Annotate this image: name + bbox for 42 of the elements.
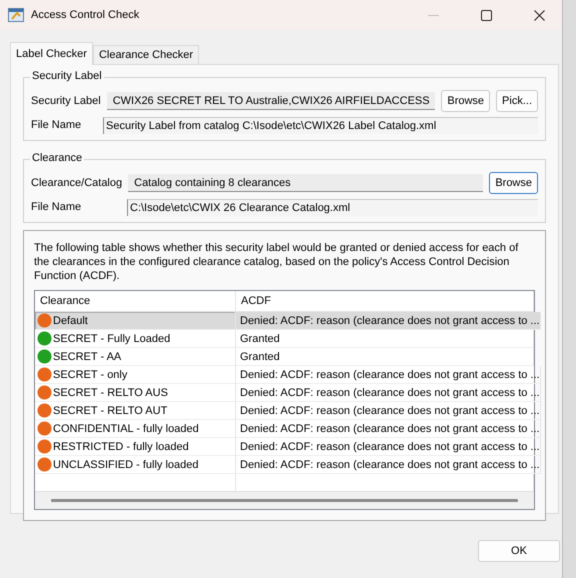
file-name-field[interactable]: Security Label from catalog C:\Isode\etc\CWIX26 Label Catalog.xml — [103, 116, 538, 134]
group-title: Security Label — [30, 70, 104, 82]
table-row[interactable]: SECRET - AA Granted — [35, 348, 534, 366]
clearance-name: RESTRICTED - fully loaded — [53, 440, 189, 452]
field-label: Clearance/Catalog — [31, 176, 122, 191]
file-name-field[interactable]: C:\Isode\etc\CWIX 26 Clearance Catalog.xml — [127, 198, 538, 216]
description-text: The following table shows whether this security label would be granted or denied access for each of the clearances in the configured clearance catalog, based on the policy's Access Control Decision Function (ACDF). — [34, 241, 520, 283]
value-field[interactable]: CWIX26 SECRET REL TO Australie,CWIX26 AIRFIELDACCESS — [106, 92, 436, 110]
field-label: Security Label — [31, 94, 101, 109]
acdf-result: Denied: ACDF: reason (clearance does not grant access to ... — [236, 384, 541, 402]
action-button[interactable]: Browse — [489, 172, 538, 194]
action-button[interactable]: Browse — [441, 90, 490, 112]
ok-button[interactable]: OK — [478, 540, 560, 562]
clearance-name: SECRET - RELTO AUS — [53, 386, 168, 398]
acdf-result: Denied: ACDF: reason (clearance does not grant access to ... — [236, 366, 541, 384]
acdf-result: Denied: ACDF: reason (clearance does not grant access to ... — [236, 402, 541, 420]
clearance-name: SECRET - only — [53, 368, 128, 380]
app-icon — [8, 8, 24, 22]
clearance-name: SECRET - AA — [53, 350, 122, 362]
maximize-icon[interactable] — [480, 10, 492, 20]
horizontal-scrollbar[interactable] — [35, 491, 534, 509]
clearance-name: Default — [53, 314, 88, 326]
window-title: Access Control Check — [31, 9, 140, 21]
acdf-result: Granted — [236, 348, 534, 366]
acdf-result: Denied: ACDF: reason (clearance does not grant access to ... — [236, 456, 541, 474]
clearance-name: SECRET - Fully Loaded — [53, 332, 170, 344]
value-field[interactable]: Catalog containing 8 clearances — [128, 174, 484, 192]
acdf-result: Denied: ACDF: reason (clearance does not grant access to ... — [236, 312, 541, 330]
clearance-name: CONFIDENTIAL - fully loaded — [53, 422, 199, 434]
clearance-name: UNCLASSIFIED - fully loaded — [53, 458, 198, 470]
tab[interactable]: Clearance Checker — [92, 45, 200, 64]
group-title: Clearance — [30, 152, 84, 164]
field-label: File Name — [31, 200, 82, 215]
field-label: File Name — [31, 118, 82, 133]
acdf-result: Granted — [236, 330, 534, 348]
tab[interactable]: Label Checker — [10, 42, 93, 65]
acdf-result: Denied: ACDF: reason (clearance does not grant access to ... — [236, 420, 541, 438]
close-icon[interactable] — [534, 10, 544, 20]
table-row[interactable]: SECRET - Fully Loaded Granted — [35, 330, 534, 348]
action-button[interactable]: Pick... — [496, 90, 538, 112]
clearance-name: SECRET - RELTO AUT — [53, 404, 168, 416]
acdf-result: Denied: ACDF: reason (clearance does not grant access to ... — [236, 438, 541, 456]
